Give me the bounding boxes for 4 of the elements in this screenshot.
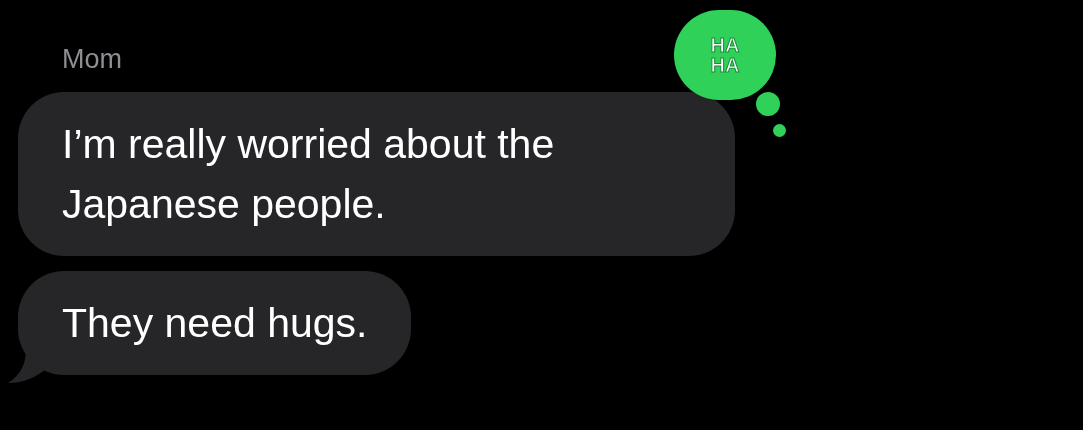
sender-name: Mom (62, 43, 122, 76)
message-bubble: I’m really worried about the Japanese people. (18, 92, 735, 256)
reaction-text: HA (710, 55, 740, 75)
reaction-text: HA (710, 35, 740, 55)
